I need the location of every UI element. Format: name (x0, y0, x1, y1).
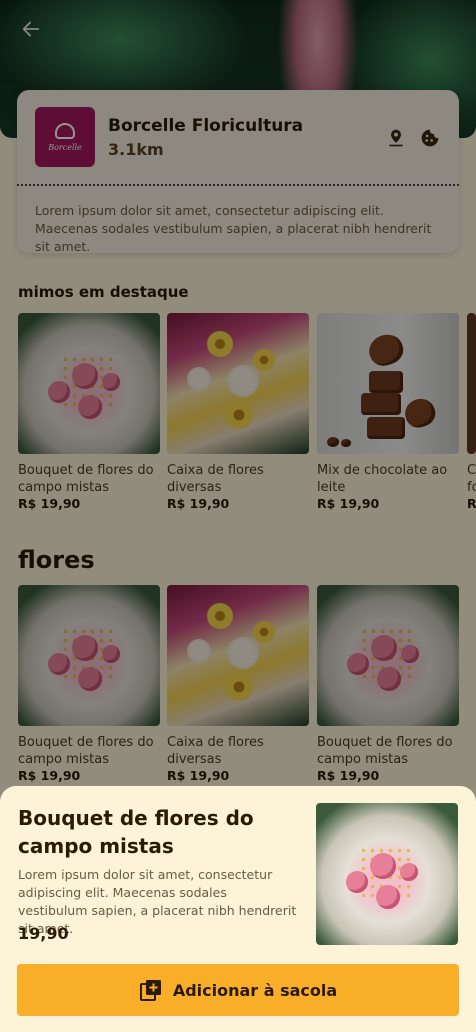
add-to-bag-label: Adicionar à sacola (172, 980, 338, 1000)
detail-image-bouquet (316, 803, 458, 945)
add-box-icon (139, 980, 161, 1001)
detail-title: Bouquet de flores do campo mistas (18, 806, 254, 858)
add-to-bag-button[interactable]: Adicionar à sacola (17, 964, 459, 1016)
detail-price: 19,90 (18, 924, 69, 943)
